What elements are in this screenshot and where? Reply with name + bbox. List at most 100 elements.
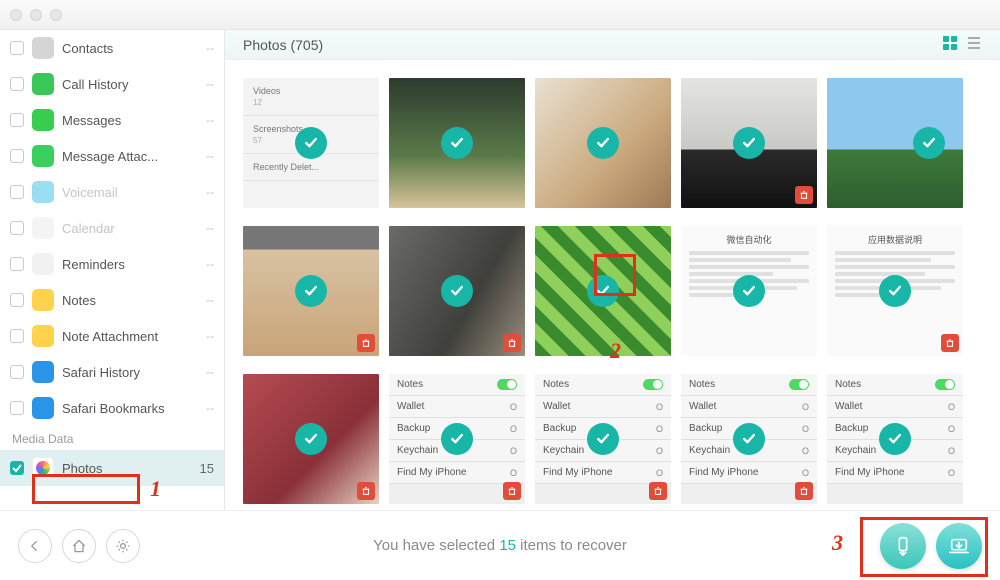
sidebar-item-label: Messages xyxy=(62,113,200,128)
close-window-button[interactable] xyxy=(10,9,22,21)
photo-thumbnail[interactable]: Notes WalletO BackupO KeychainO Find My … xyxy=(827,374,963,504)
sidebar-item[interactable]: Reminders-- xyxy=(0,246,224,282)
category-icon xyxy=(32,325,54,347)
check-icon[interactable] xyxy=(733,127,765,159)
trash-icon[interactable] xyxy=(503,334,521,352)
photo-thumbnail[interactable] xyxy=(535,226,671,356)
check-icon[interactable] xyxy=(879,275,911,307)
sidebar-item-count: -- xyxy=(200,221,214,235)
photo-thumbnail[interactable] xyxy=(243,374,379,504)
trash-icon[interactable] xyxy=(357,482,375,500)
check-icon[interactable] xyxy=(441,127,473,159)
check-icon[interactable] xyxy=(295,275,327,307)
photo-thumbnail[interactable] xyxy=(243,226,379,356)
sidebar-item-label: Message Attac... xyxy=(62,149,200,164)
sidebar-item-label: Calendar xyxy=(62,221,200,236)
recover-to-computer-button[interactable] xyxy=(936,523,982,569)
back-button[interactable] xyxy=(18,529,52,563)
sidebar-item[interactable]: Safari Bookmarks-- xyxy=(0,390,224,426)
trash-icon[interactable] xyxy=(503,482,521,500)
check-icon[interactable] xyxy=(879,423,911,455)
window-controls xyxy=(10,9,62,21)
settings-button[interactable] xyxy=(106,529,140,563)
check-icon[interactable] xyxy=(587,127,619,159)
checkbox-icon[interactable] xyxy=(10,41,24,55)
sidebar-item[interactable]: Calendar-- xyxy=(0,210,224,246)
sidebar-item-count: -- xyxy=(200,257,214,271)
checkbox-icon[interactable] xyxy=(10,461,24,475)
trash-icon[interactable] xyxy=(649,482,667,500)
photo-thumbnail[interactable] xyxy=(389,78,525,208)
sidebar-item-label: Notes xyxy=(62,293,200,308)
checkbox-icon[interactable] xyxy=(10,401,24,415)
sidebar-item[interactable]: Message Attac...-- xyxy=(0,138,224,174)
sidebar-item-count: -- xyxy=(200,41,214,55)
trash-icon[interactable] xyxy=(795,482,813,500)
zoom-window-button[interactable] xyxy=(50,9,62,21)
sidebar-item-count: -- xyxy=(200,149,214,163)
photo-thumbnail[interactable]: 应用数据说明 xyxy=(827,226,963,356)
category-icon xyxy=(32,37,54,59)
photo-thumbnail[interactable] xyxy=(535,78,671,208)
checkbox-icon[interactable] xyxy=(10,365,24,379)
list-view-button[interactable] xyxy=(966,35,982,54)
trash-icon[interactable] xyxy=(357,334,375,352)
check-icon[interactable] xyxy=(441,423,473,455)
trash-icon[interactable] xyxy=(941,334,959,352)
photo-thumbnail[interactable] xyxy=(827,78,963,208)
sidebar-item-count: -- xyxy=(200,185,214,199)
check-icon[interactable] xyxy=(441,275,473,307)
sidebar-item-count: -- xyxy=(200,113,214,127)
sidebar-item[interactable]: Voicemail-- xyxy=(0,174,224,210)
recover-to-device-button[interactable] xyxy=(880,523,926,569)
content-title: Photos (705) xyxy=(243,37,323,53)
trash-icon[interactable] xyxy=(795,186,813,204)
category-icon xyxy=(32,289,54,311)
photo-thumbnail[interactable]: Videos12 Screenshots57 Recently Delet... xyxy=(243,78,379,208)
category-icon xyxy=(32,397,54,419)
status-text: You have selected 15 items to recover xyxy=(373,537,627,554)
home-button[interactable] xyxy=(62,529,96,563)
check-icon[interactable] xyxy=(733,275,765,307)
check-icon[interactable] xyxy=(913,127,945,159)
minimize-window-button[interactable] xyxy=(30,9,42,21)
sidebar-item[interactable]: Notes-- xyxy=(0,282,224,318)
photo-thumbnail[interactable]: Notes WalletO BackupO KeychainO Find My … xyxy=(389,374,525,504)
checkbox-icon[interactable] xyxy=(10,77,24,91)
sidebar-item-label: Voicemail xyxy=(62,185,200,200)
photo-thumbnail[interactable]: Notes WalletO BackupO KeychainO Find My … xyxy=(681,374,817,504)
check-icon[interactable] xyxy=(587,275,619,307)
checkbox-icon[interactable] xyxy=(10,329,24,343)
photo-thumbnail[interactable] xyxy=(681,78,817,208)
annotation-number-2: 2 xyxy=(610,340,621,362)
sidebar-item-photos[interactable]: Photos 15 xyxy=(0,450,224,486)
checkbox-icon[interactable] xyxy=(10,293,24,307)
sidebar-item-count: -- xyxy=(200,401,214,415)
sidebar-item[interactable]: Messages-- xyxy=(0,102,224,138)
check-icon[interactable] xyxy=(295,423,327,455)
checkbox-icon[interactable] xyxy=(10,221,24,235)
sidebar-item[interactable]: Note Attachment-- xyxy=(0,318,224,354)
window-titlebar xyxy=(0,0,1000,30)
check-icon[interactable] xyxy=(587,423,619,455)
photo-grid: Videos12 Screenshots57 Recently Delet... xyxy=(225,60,1000,510)
photo-thumbnail[interactable] xyxy=(389,226,525,356)
grid-view-button[interactable] xyxy=(942,35,958,54)
check-icon[interactable] xyxy=(733,423,765,455)
checkbox-icon[interactable] xyxy=(10,257,24,271)
check-icon[interactable] xyxy=(295,127,327,159)
category-icon xyxy=(32,145,54,167)
content-header: Photos (705) xyxy=(225,30,1000,60)
photo-thumbnail[interactable]: 微信自动化 xyxy=(681,226,817,356)
sidebar-item[interactable]: Contacts-- xyxy=(0,30,224,66)
sidebar-item[interactable]: Call History-- xyxy=(0,66,224,102)
sidebar-item-label: Safari Bookmarks xyxy=(62,401,200,416)
sidebar-item-count: 15 xyxy=(194,461,214,476)
sidebar-item[interactable]: Safari History-- xyxy=(0,354,224,390)
category-icon xyxy=(32,361,54,383)
photo-thumbnail[interactable]: Notes WalletO BackupO KeychainO Find My … xyxy=(535,374,671,504)
checkbox-icon[interactable] xyxy=(10,113,24,127)
checkbox-icon[interactable] xyxy=(10,185,24,199)
checkbox-icon[interactable] xyxy=(10,149,24,163)
category-icon xyxy=(32,253,54,275)
